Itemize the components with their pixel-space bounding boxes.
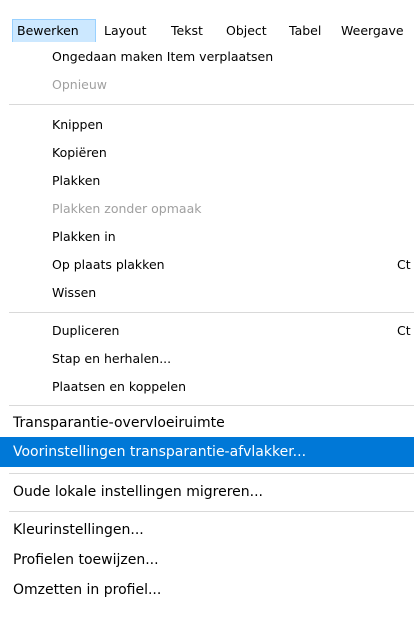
menu-item-clear[interactable]: Wissen (0, 279, 414, 307)
menu-item-label: Plaatsen en koppelen (52, 379, 187, 394)
menu-item-label: Kleurinstellingen... (13, 522, 144, 538)
menu-item-undo[interactable]: Ongedaan maken Item verplaatsen (0, 43, 414, 71)
menu-item-label: Omzetten in profiel... (13, 582, 162, 598)
menu-item-paste-in-place[interactable]: Op plaats plakken Ct (0, 251, 414, 279)
menu-separator (9, 473, 414, 474)
menu-item-duplicate[interactable]: Dupliceren Ct (0, 317, 414, 345)
menu-layout[interactable]: Layout (100, 19, 151, 42)
menu-item-label: Oude lokale instellingen migreren... (13, 484, 263, 500)
menu-item-assign-profiles[interactable]: Profielen toewijzen... (0, 545, 414, 575)
menu-item-copy[interactable]: Kopiëren (0, 139, 414, 167)
menu-item-step-and-repeat[interactable]: Stap en herhalen... (0, 345, 414, 373)
menu-bewerken[interactable]: Bewerken (12, 19, 96, 42)
menu-item-label: Kopiëren (52, 145, 107, 160)
menu-separator (9, 405, 414, 406)
menu-item-redo: Opnieuw (0, 71, 414, 99)
menu-item-label: Profielen toewijzen... (13, 552, 159, 568)
menu-item-label: Dupliceren (52, 323, 120, 338)
menu-item-migrate-local-settings[interactable]: Oude lokale instellingen migreren... (0, 477, 414, 507)
menu-item-transparency-flattener-presets[interactable]: Voorinstellingen transparantie-afvlakker… (0, 437, 414, 467)
menu-item-label: Stap en herhalen... (52, 351, 172, 366)
menu-item-label: Op plaats plakken (52, 257, 165, 272)
menu-item-label: Plakken zonder opmaak (52, 201, 202, 216)
menu-tekst[interactable]: Tekst (167, 19, 207, 42)
menu-weergave[interactable]: Weergave (337, 19, 408, 42)
menu-screen: Bewerken Layout Tekst Object Tabel Weerg… (0, 0, 414, 625)
menu-item-color-settings[interactable]: Kleurinstellingen... (0, 515, 414, 545)
menu-item-convert-to-profile[interactable]: Omzetten in profiel... (0, 575, 414, 605)
menu-item-cut[interactable]: Knippen (0, 111, 414, 139)
menu-bar: Bewerken Layout Tekst Object Tabel Weerg… (0, 0, 414, 42)
menu-item-label: Transparantie-overvloeiruimte (13, 415, 225, 431)
menu-item-transparency-blend-space[interactable]: Transparantie-overvloeiruimte (0, 408, 414, 438)
menu-separator (9, 312, 414, 313)
menu-item-label: Plakken (52, 173, 101, 188)
menu-item-shortcut: Ct (397, 323, 411, 338)
menu-item-label: Voorinstellingen transparantie-afvlakker… (13, 444, 307, 460)
menu-separator (9, 511, 414, 512)
menu-item-label: Ongedaan maken Item verplaatsen (52, 49, 274, 64)
menu-item-paste-without-formatting: Plakken zonder opmaak (0, 195, 414, 223)
menu-item-place-and-link[interactable]: Plaatsen en koppelen (0, 373, 414, 401)
menu-item-paste[interactable]: Plakken (0, 167, 414, 195)
menu-item-label: Plakken in (52, 229, 116, 244)
menu-separator (9, 104, 414, 105)
menu-item-label: Opnieuw (52, 77, 108, 92)
menu-item-paste-into[interactable]: Plakken in (0, 223, 414, 251)
menu-item-label: Knippen (52, 117, 104, 132)
menu-item-shortcut: Ct (397, 257, 411, 272)
menu-item-label: Wissen (52, 285, 97, 300)
edit-dropdown-menu: Ongedaan maken Item verplaatsen Opnieuw … (0, 42, 414, 625)
menu-tabel[interactable]: Tabel (285, 19, 325, 42)
menu-object[interactable]: Object (222, 19, 271, 42)
